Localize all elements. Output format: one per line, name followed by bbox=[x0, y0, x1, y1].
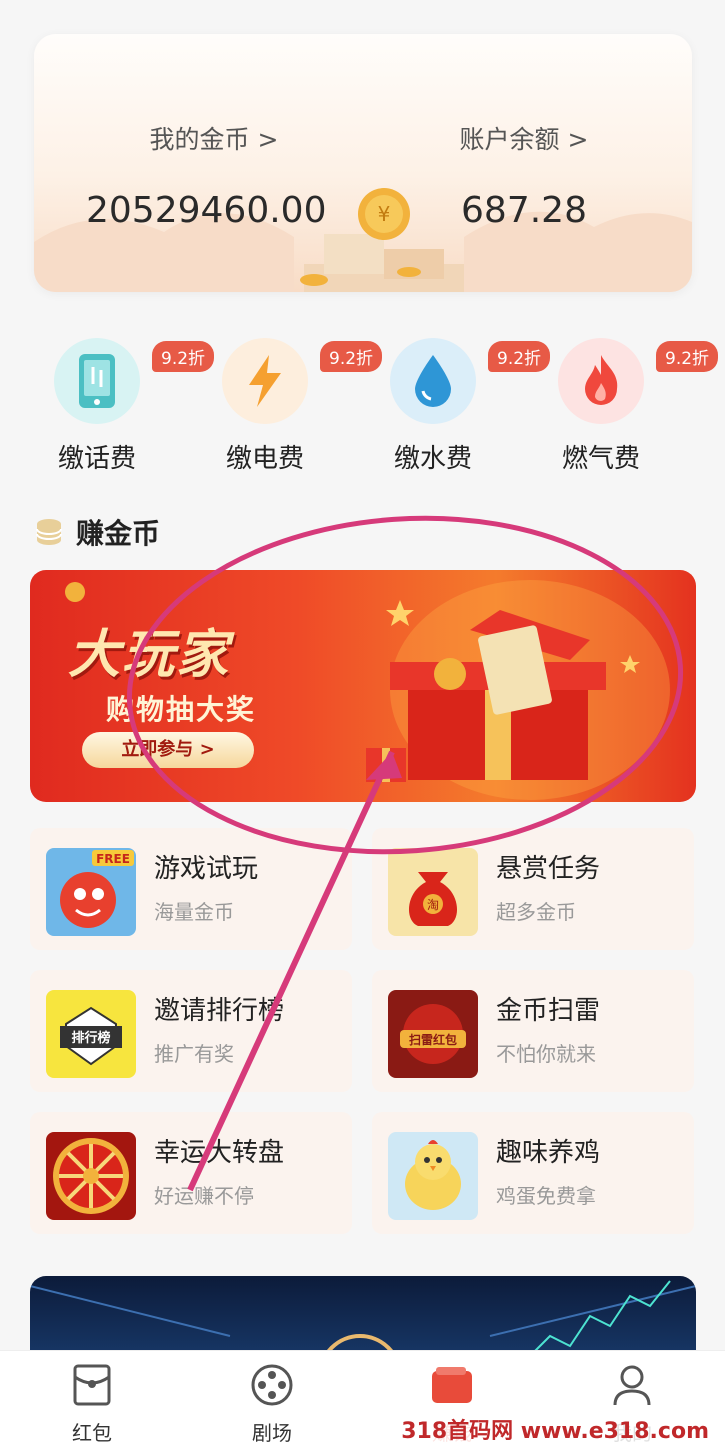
utility-phone[interactable]: 9.2折 缴话费 bbox=[22, 338, 215, 475]
task-title: 趣味养鸡 bbox=[496, 1138, 601, 1168]
ranking-thumbnail: 排行榜 bbox=[46, 990, 136, 1078]
discount-badge: 9.2折 bbox=[656, 341, 719, 372]
tab-red-envelope[interactable]: 红包 bbox=[32, 1363, 152, 1446]
balance-label[interactable]: 账户余额 > bbox=[364, 120, 684, 156]
coins-value: 20529460.00 bbox=[86, 190, 327, 231]
tab-label: 红包 bbox=[72, 1421, 112, 1445]
utility-electric[interactable]: 9.2折 缴电费 bbox=[190, 338, 383, 475]
task-subtitle: 推广有奖 bbox=[154, 1042, 234, 1066]
thumb-text: FREE bbox=[96, 852, 130, 866]
task-subtitle: 海量金币 bbox=[154, 900, 234, 924]
task-bounty[interactable]: 淘 悬赏任务 超多金币 bbox=[372, 828, 694, 950]
coins-label[interactable]: 我的金币 > bbox=[54, 120, 374, 156]
promo-banner[interactable]: 大玩家 购物抽大奖 立即参与 > bbox=[30, 570, 696, 802]
utility-label: 燃气费 bbox=[561, 444, 640, 474]
game-thumbnail: FREE bbox=[46, 848, 136, 936]
task-lucky-wheel[interactable]: 幸运大转盘 好运赚不停 bbox=[30, 1112, 352, 1234]
balance-value: 687.28 bbox=[461, 190, 587, 231]
task-subtitle: 超多金币 bbox=[496, 900, 576, 924]
utility-label: 缴电费 bbox=[225, 444, 304, 474]
banner-title: 大玩家 bbox=[68, 625, 231, 685]
section-earn-coins: 赚金币 bbox=[34, 512, 160, 552]
tab-theater[interactable]: 剧场 bbox=[212, 1363, 332, 1446]
balance-section[interactable]: 账户余额 > 687.28 bbox=[364, 120, 684, 231]
task-title: 金币扫雷 bbox=[496, 996, 601, 1026]
utility-label: 缴话费 bbox=[57, 444, 136, 474]
film-reel-icon bbox=[251, 1364, 293, 1406]
task-title: 幸运大转盘 bbox=[154, 1138, 285, 1168]
task-subtitle: 鸡蛋免费拿 bbox=[496, 1184, 596, 1208]
lightning-icon: 9.2折 bbox=[222, 338, 383, 424]
task-coin-minesweeper[interactable]: 扫雷红包 金币扫雷 不怕你就来 bbox=[372, 970, 694, 1092]
thumb-text: 排行榜 bbox=[71, 1030, 110, 1046]
thumb-text: 淘 bbox=[427, 898, 439, 912]
thumb-text: 扫雷红包 bbox=[409, 1032, 457, 1047]
section-title: 赚金币 bbox=[76, 517, 161, 550]
task-chicken-farm[interactable]: 趣味养鸡 鸡蛋免费拿 bbox=[372, 1112, 694, 1234]
join-now-button[interactable]: 立即参与 > bbox=[82, 732, 254, 768]
task-subtitle: 好运赚不停 bbox=[154, 1184, 254, 1208]
utility-water[interactable]: 9.2折 缴水费 bbox=[358, 338, 551, 475]
wallet-card: ¥ 我的金币 > 20529460.00 账户余额 > 687.28 bbox=[34, 34, 692, 292]
task-subtitle: 不怕你就来 bbox=[496, 1042, 596, 1066]
wheel-thumbnail bbox=[46, 1132, 136, 1220]
coins-section[interactable]: 我的金币 > 20529460.00 bbox=[54, 120, 374, 231]
money-bag-thumbnail: 淘 bbox=[388, 848, 478, 936]
user-icon bbox=[613, 1365, 651, 1406]
banner-subtitle: 购物抽大奖 bbox=[106, 693, 257, 726]
utility-grid: 9.2折 缴话费 9.2折 缴电费 9.2折 缴水费 9.2折 燃气费 bbox=[0, 338, 725, 478]
task-invite-ranking[interactable]: 排行榜 邀请排行榜 推广有奖 bbox=[30, 970, 352, 1092]
task-title: 邀请排行榜 bbox=[154, 996, 285, 1026]
red-envelope-icon bbox=[73, 1364, 111, 1406]
task-title: 悬赏任务 bbox=[496, 854, 601, 884]
utility-label: 缴水费 bbox=[393, 444, 472, 474]
phone-icon: 9.2折 bbox=[54, 338, 215, 424]
coin-stack-icon bbox=[36, 519, 62, 545]
chicken-thumbnail bbox=[388, 1132, 478, 1220]
utility-gas[interactable]: 9.2折 燃气费 bbox=[526, 338, 719, 475]
tab-label: 剧场 bbox=[252, 1421, 292, 1445]
flame-icon: 9.2折 bbox=[558, 338, 719, 424]
task-title: 游戏试玩 bbox=[154, 854, 259, 884]
water-drop-icon: 9.2折 bbox=[390, 338, 551, 424]
task-game-trial[interactable]: FREE 游戏试玩 海量金币 bbox=[30, 828, 352, 950]
site-watermark: 318首码网 www.e318.com bbox=[395, 1411, 715, 1447]
minesweeper-thumbnail: 扫雷红包 bbox=[388, 990, 478, 1078]
wallet-icon bbox=[432, 1367, 472, 1403]
